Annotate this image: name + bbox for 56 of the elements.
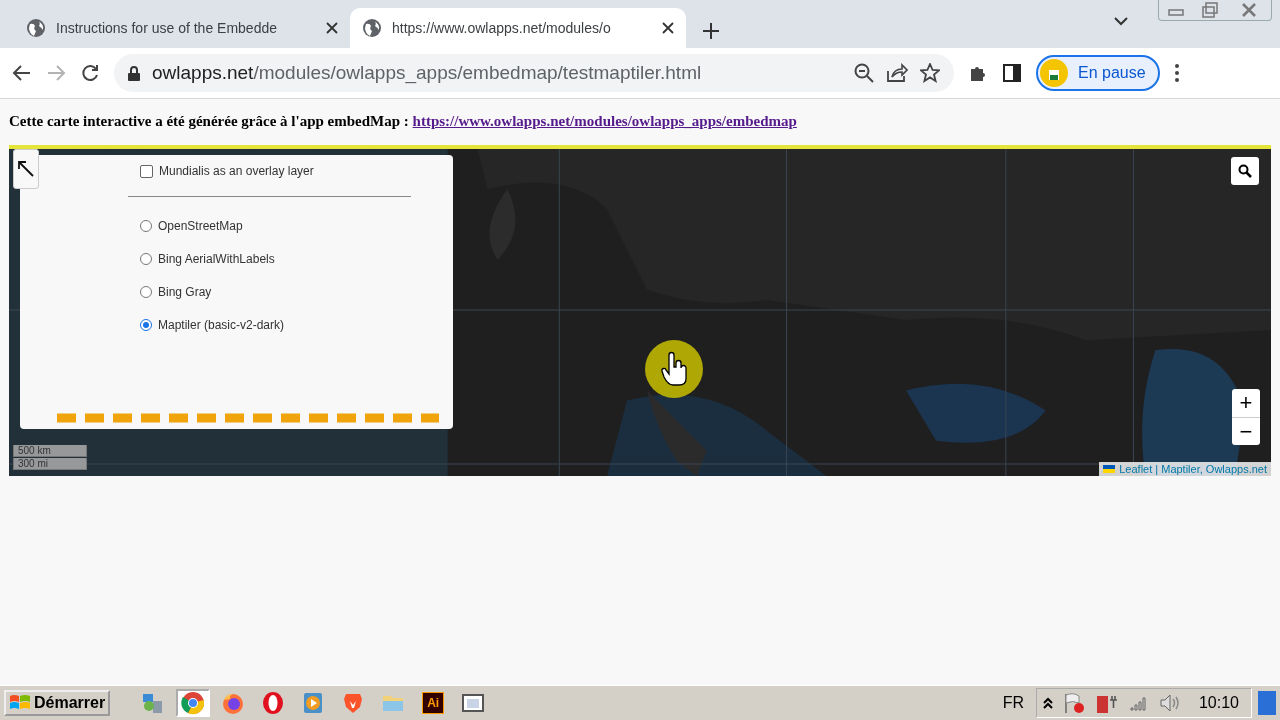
flag-icon xyxy=(1103,465,1116,473)
profile-button[interactable]: En pause xyxy=(1036,55,1160,91)
language-indicator[interactable]: FR xyxy=(996,694,1030,712)
reload-icon[interactable] xyxy=(80,63,100,83)
close-icon[interactable] xyxy=(326,22,338,34)
embedmap-link[interactable]: https://www.owlapps.net/modules/owlapps_apps/embedmap xyxy=(412,113,797,129)
radio-label: Bing Gray xyxy=(158,285,212,299)
globe-icon xyxy=(26,18,46,38)
back-icon[interactable] xyxy=(12,63,32,83)
globe-icon xyxy=(362,18,382,38)
taskbar-app[interactable] xyxy=(176,689,211,717)
flag-warning-icon[interactable] xyxy=(1062,692,1085,714)
firefox-icon xyxy=(221,691,246,715)
radio-button[interactable] xyxy=(140,286,152,298)
collapse-button[interactable] xyxy=(13,149,39,189)
radio-label: Maptiler (basic-v2-dark) xyxy=(158,318,285,332)
browser-tab[interactable]: https://www.owlapps.net/modules/o xyxy=(350,8,686,48)
signal-icon[interactable] xyxy=(1128,694,1149,712)
search-icon xyxy=(1238,164,1252,178)
radio-button[interactable] xyxy=(140,319,152,331)
checkbox-label: Mundialis as an overlay layer xyxy=(159,164,314,178)
share-icon[interactable] xyxy=(886,63,908,83)
zoom-out-button[interactable]: − xyxy=(1232,417,1260,445)
address-bar[interactable]: owlapps.net/modules/owlapps_apps/embedmap/testmaptiler.html xyxy=(114,54,954,92)
radio-button[interactable] xyxy=(140,253,152,265)
avatar-icon xyxy=(1040,59,1068,87)
start-button[interactable]: Démarrer xyxy=(4,690,111,716)
new-tab-icon[interactable] xyxy=(702,22,720,40)
radio-label: OpenStreetMap xyxy=(158,219,243,233)
intro-text: Cette carte interactive a été générée grâce à l'app embedMap : https://www.owlapps.net/modules/owlapps_apps/embedmap xyxy=(9,113,798,130)
zoom-in-button[interactable]: + xyxy=(1232,389,1260,417)
lock-icon xyxy=(128,65,140,81)
chrome-icon xyxy=(181,691,206,715)
sidebar-icon[interactable] xyxy=(1002,63,1022,83)
url-text: owlapps.net/modules/owlapps_apps/embedmap/testmaptiler.html xyxy=(152,62,703,84)
browser-tab[interactable]: Instructions for use of the Embedde xyxy=(14,8,350,48)
window-icon xyxy=(461,691,486,715)
menu-icon[interactable] xyxy=(1173,63,1180,83)
zoom-out-icon[interactable] xyxy=(854,63,874,83)
chevron-up-icon[interactable] xyxy=(1042,696,1053,710)
clock: 10:10 xyxy=(1197,694,1240,712)
scale-bar: 300 mi xyxy=(13,458,87,470)
radio-button[interactable] xyxy=(140,220,152,232)
close-icon[interactable] xyxy=(662,22,674,34)
star-icon[interactable] xyxy=(920,63,940,83)
radio-label: Bing AerialWithLabels xyxy=(158,252,275,266)
taskbar-app[interactable]: Ai xyxy=(416,689,451,717)
checkbox[interactable] xyxy=(140,164,153,178)
attribution-text[interactable]: Leaflet | Maptiler, Owlapps.net xyxy=(1119,463,1267,475)
scale-bar: 500 km xyxy=(13,445,87,457)
caret-icon[interactable] xyxy=(1114,16,1128,26)
illustrator-icon: Ai xyxy=(422,692,445,714)
search-button[interactable] xyxy=(1231,157,1259,185)
arrow-icon xyxy=(17,160,35,178)
hand-cursor-icon xyxy=(644,339,704,399)
opera-icon xyxy=(261,691,286,715)
